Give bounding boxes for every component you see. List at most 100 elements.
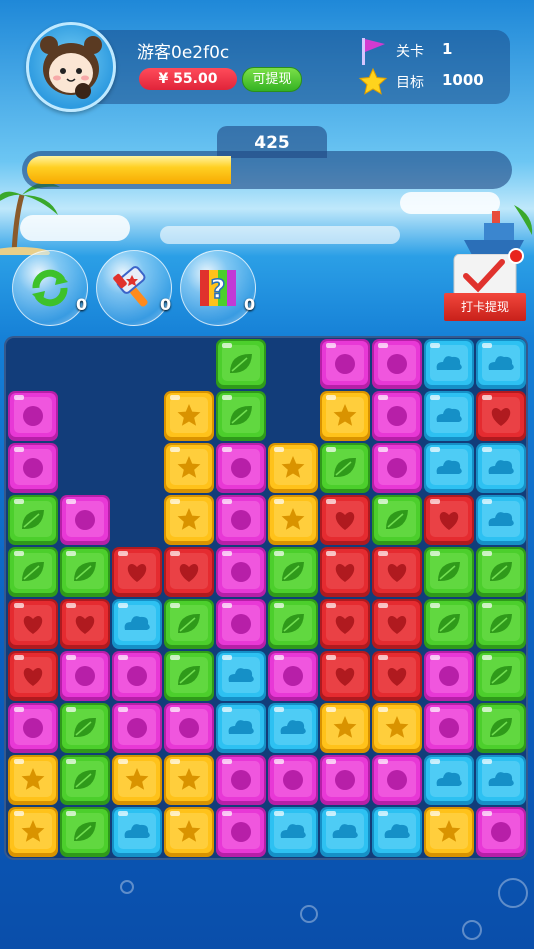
block-circle[interactable]: [424, 651, 474, 701]
avatar[interactable]: [26, 22, 116, 112]
block-heart[interactable]: [164, 547, 214, 597]
block-leaf[interactable]: [476, 651, 526, 701]
block-circle[interactable]: [164, 703, 214, 753]
block-leaf[interactable]: [424, 599, 474, 649]
random-tool-button[interactable]: ?: [180, 250, 256, 326]
block-leaf[interactable]: [268, 599, 318, 649]
block-star[interactable]: [112, 755, 162, 805]
block-heart[interactable]: [424, 495, 474, 545]
bubble-decoration: [120, 880, 134, 894]
block-leaf[interactable]: [268, 547, 318, 597]
block-heart[interactable]: [8, 651, 58, 701]
level-value: 1: [442, 40, 453, 58]
star-icon: [358, 67, 388, 95]
block-leaf[interactable]: [60, 703, 110, 753]
block-circle[interactable]: [216, 547, 266, 597]
block-heart[interactable]: [320, 651, 370, 701]
block-heart[interactable]: [320, 599, 370, 649]
block-circle[interactable]: [320, 755, 370, 805]
block-cloud[interactable]: [476, 495, 526, 545]
block-cloud[interactable]: [424, 339, 474, 389]
block-heart[interactable]: [8, 599, 58, 649]
block-cloud[interactable]: [476, 755, 526, 805]
block-leaf[interactable]: [8, 495, 58, 545]
block-circle[interactable]: [8, 443, 58, 493]
block-star[interactable]: [320, 703, 370, 753]
block-cloud[interactable]: [268, 703, 318, 753]
block-heart[interactable]: [372, 547, 422, 597]
block-circle[interactable]: [216, 599, 266, 649]
block-cloud[interactable]: [216, 703, 266, 753]
block-heart[interactable]: [60, 599, 110, 649]
block-heart[interactable]: [372, 599, 422, 649]
block-circle[interactable]: [60, 495, 110, 545]
circle-icon: [127, 666, 147, 686]
hammer-tool-button[interactable]: [96, 250, 172, 326]
refresh-tool-button[interactable]: [12, 250, 88, 326]
block-cloud[interactable]: [268, 807, 318, 857]
block-leaf[interactable]: [424, 547, 474, 597]
block-leaf[interactable]: [60, 807, 110, 857]
block-circle[interactable]: [372, 443, 422, 493]
block-star[interactable]: [164, 755, 214, 805]
block-star[interactable]: [268, 443, 318, 493]
block-heart[interactable]: [372, 651, 422, 701]
block-circle[interactable]: [216, 495, 266, 545]
block-leaf[interactable]: [320, 443, 370, 493]
block-leaf[interactable]: [60, 755, 110, 805]
block-cloud[interactable]: [112, 599, 162, 649]
block-leaf[interactable]: [164, 599, 214, 649]
block-circle[interactable]: [372, 755, 422, 805]
block-star[interactable]: [8, 807, 58, 857]
circle-icon: [283, 666, 303, 686]
block-star[interactable]: [268, 495, 318, 545]
block-heart[interactable]: [112, 547, 162, 597]
block-cloud[interactable]: [424, 391, 474, 441]
block-heart[interactable]: [320, 495, 370, 545]
block-cloud[interactable]: [112, 807, 162, 857]
block-cloud[interactable]: [424, 443, 474, 493]
block-cloud[interactable]: [320, 807, 370, 857]
block-cloud[interactable]: [216, 651, 266, 701]
block-cloud[interactable]: [476, 339, 526, 389]
block-leaf[interactable]: [476, 547, 526, 597]
block-star[interactable]: [164, 807, 214, 857]
block-leaf[interactable]: [476, 599, 526, 649]
block-star[interactable]: [164, 495, 214, 545]
block-cloud[interactable]: [372, 807, 422, 857]
block-star[interactable]: [424, 807, 474, 857]
block-circle[interactable]: [372, 391, 422, 441]
block-circle[interactable]: [268, 651, 318, 701]
checkin-withdraw-button[interactable]: 打卡提现: [444, 293, 526, 321]
block-circle[interactable]: [216, 755, 266, 805]
block-circle[interactable]: [112, 703, 162, 753]
block-circle[interactable]: [216, 807, 266, 857]
block-leaf[interactable]: [164, 651, 214, 701]
block-star[interactable]: [372, 703, 422, 753]
block-circle[interactable]: [320, 339, 370, 389]
block-circle[interactable]: [8, 391, 58, 441]
block-star[interactable]: [320, 391, 370, 441]
block-leaf[interactable]: [372, 495, 422, 545]
block-circle[interactable]: [424, 703, 474, 753]
withdraw-button[interactable]: 可提现: [242, 67, 302, 92]
block-circle[interactable]: [112, 651, 162, 701]
block-circle[interactable]: [8, 703, 58, 753]
block-heart[interactable]: [320, 547, 370, 597]
block-circle[interactable]: [216, 443, 266, 493]
block-star[interactable]: [164, 443, 214, 493]
block-heart[interactable]: [476, 391, 526, 441]
block-circle[interactable]: [60, 651, 110, 701]
block-leaf[interactable]: [8, 547, 58, 597]
block-star[interactable]: [164, 391, 214, 441]
block-cloud[interactable]: [424, 755, 474, 805]
block-leaf[interactable]: [476, 703, 526, 753]
block-leaf[interactable]: [216, 339, 266, 389]
block-cloud[interactable]: [476, 443, 526, 493]
block-leaf[interactable]: [60, 547, 110, 597]
block-circle[interactable]: [372, 339, 422, 389]
block-star[interactable]: [8, 755, 58, 805]
block-leaf[interactable]: [216, 391, 266, 441]
block-circle[interactable]: [268, 755, 318, 805]
block-circle[interactable]: [476, 807, 526, 857]
